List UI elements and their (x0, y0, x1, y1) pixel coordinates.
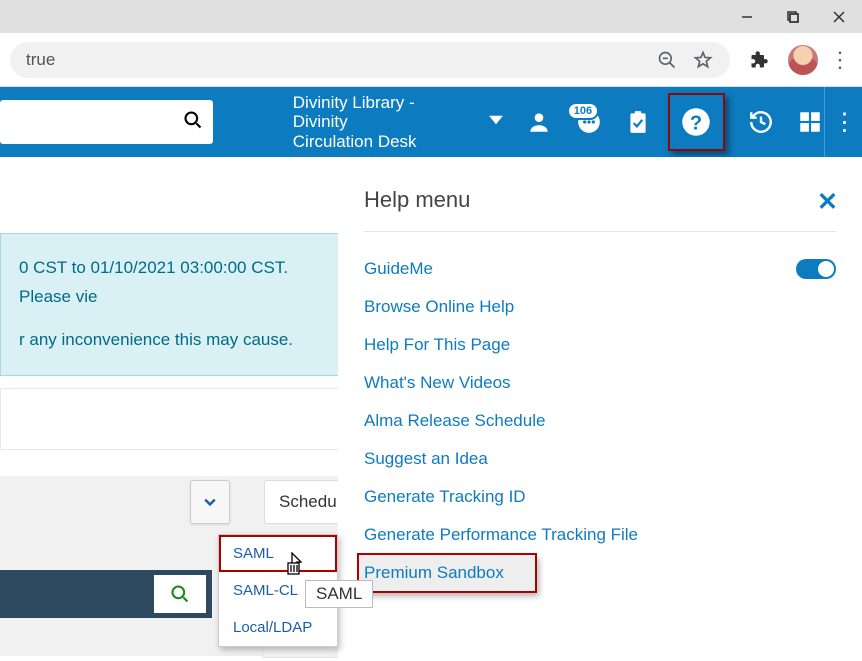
notification-banner: 0 CST to 01/10/2021 03:00:00 CST. Please… (0, 233, 340, 376)
help-item-label: Help For This Page (364, 335, 510, 355)
help-item-label: Generate Tracking ID (364, 487, 526, 507)
zoom-icon[interactable] (656, 49, 678, 71)
help-item-label: What's New Videos (364, 373, 511, 393)
notification-badge: 106 (567, 102, 599, 120)
location-dropdown-icon[interactable] (489, 113, 503, 132)
bookmark-star-icon[interactable] (692, 49, 714, 71)
app-search-input[interactable] (0, 100, 213, 144)
help-item-label: Alma Release Schedule (364, 411, 545, 431)
help-close-button[interactable]: ✕ (817, 187, 838, 217)
help-item-suggest-idea[interactable]: Suggest an Idea (364, 440, 836, 478)
help-button[interactable]: ? (668, 93, 725, 151)
dropdown-item-saml[interactable]: SAML (219, 535, 337, 572)
help-menu-title: Help menu (364, 187, 836, 213)
help-item-label: Suggest an Idea (364, 449, 488, 469)
user-icon[interactable] (525, 108, 553, 136)
app-overflow-menu-icon[interactable]: ⋮ (824, 87, 854, 157)
window-maximize-button[interactable] (770, 0, 816, 33)
help-item-label: Generate Performance Tracking File (364, 525, 638, 545)
window-minimize-button[interactable] (724, 0, 770, 33)
tasks-icon[interactable] (624, 108, 652, 136)
browser-toolbar: true ⋮ (0, 33, 862, 87)
apps-grid-icon[interactable] (796, 108, 824, 136)
secondary-search-button[interactable] (154, 575, 206, 613)
help-item-label: Premium Sandbox (364, 563, 504, 583)
help-item-release-schedule[interactable]: Alma Release Schedule (364, 402, 836, 440)
browser-menu-icon[interactable]: ⋮ (828, 47, 852, 73)
window-titlebar (0, 0, 862, 33)
notification-line2: r any inconvenience this may cause. (19, 326, 321, 355)
help-item-label: Browse Online Help (364, 297, 514, 317)
help-item-guideme[interactable]: GuideMe (364, 250, 836, 288)
guideme-toggle[interactable] (796, 259, 836, 279)
app-toolbar: Divinity Library - Divinity Circulation … (0, 87, 862, 157)
chat-icon[interactable]: 106 (575, 108, 603, 136)
extensions-icon[interactable] (744, 45, 774, 75)
secondary-search-bar (0, 570, 212, 618)
window-close-button[interactable] (816, 0, 862, 33)
help-item-premium-sandbox[interactable]: Premium Sandbox (358, 554, 536, 592)
dropdown-tooltip: SAML (305, 580, 373, 608)
svg-text:?: ? (690, 113, 702, 135)
address-text: true (26, 50, 55, 70)
help-item-perf-tracking[interactable]: Generate Performance Tracking File (364, 516, 836, 554)
dropdown-toggle-wrapper (190, 480, 230, 524)
help-menu-panel: ✕ Help menu GuideMe Browse Online Help H… (338, 157, 862, 661)
history-icon[interactable] (747, 108, 775, 136)
help-item-label: GuideMe (364, 259, 433, 279)
search-icon (183, 110, 203, 135)
dropdown-toggle-button[interactable] (190, 480, 230, 524)
help-item-this-page[interactable]: Help For This Page (364, 326, 836, 364)
content-card (0, 388, 340, 450)
location-line1: Divinity Library - Divinity (293, 93, 471, 132)
profile-avatar[interactable] (788, 45, 818, 75)
address-bar[interactable]: true (10, 42, 730, 78)
help-item-tracking-id[interactable]: Generate Tracking ID (364, 478, 836, 516)
schedule-label: Schedu (279, 492, 337, 512)
location-line2: Circulation Desk (293, 132, 471, 152)
help-item-browse-online[interactable]: Browse Online Help (364, 288, 836, 326)
help-item-whats-new[interactable]: What's New Videos (364, 364, 836, 402)
cursor-icon (286, 552, 306, 576)
dropdown-item-local-ldap[interactable]: Local/LDAP (219, 609, 337, 646)
location-label: Divinity Library - Divinity Circulation … (293, 93, 471, 152)
notification-line1: 0 CST to 01/10/2021 03:00:00 CST. Please… (19, 254, 321, 312)
